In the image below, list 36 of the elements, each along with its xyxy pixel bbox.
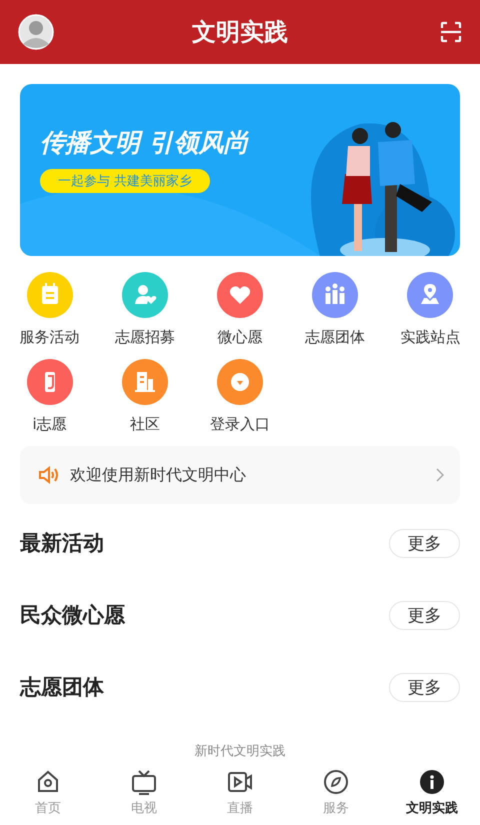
info-icon xyxy=(419,769,445,795)
section-title: 最新活动 xyxy=(20,530,104,557)
page-title: 文明实践 xyxy=(191,17,289,48)
compass-icon xyxy=(323,769,349,795)
shortcut-label[interactable]: 社区 xyxy=(130,415,160,434)
tv-icon xyxy=(131,769,157,795)
chevron-icon[interactable] xyxy=(436,468,444,482)
section-title: 志愿团体 xyxy=(20,674,104,701)
shortcut-label[interactable]: 实践站点 xyxy=(400,328,460,347)
speaker-icon xyxy=(38,466,60,484)
shortcut-label[interactable]: i志愿 xyxy=(32,415,67,434)
shortcut-icon[interactable] xyxy=(312,272,358,318)
shortcut-icon[interactable] xyxy=(216,359,263,405)
scan-icon[interactable] xyxy=(440,21,462,43)
video-icon xyxy=(227,769,253,795)
shortcut-label[interactable]: 微心愿 xyxy=(217,328,262,347)
banner-headline: 传播文明 引领风尚 xyxy=(40,127,249,159)
footer-note: 新时代文明实践 xyxy=(194,744,286,759)
shortcut-icon[interactable] xyxy=(122,359,168,405)
shortcut-label[interactable]: 服务活动 xyxy=(20,328,80,347)
shortcut-icon[interactable] xyxy=(122,272,168,318)
shortcut-label[interactable]: 志愿团体 xyxy=(305,328,366,347)
section-title: 民众微心愿 xyxy=(20,602,125,629)
more-button[interactable]: 更多 xyxy=(389,600,460,630)
shortcut-icon[interactable] xyxy=(26,359,73,405)
shortcut-icon[interactable] xyxy=(26,272,73,318)
more-button[interactable]: 更多 xyxy=(389,672,460,702)
more-button[interactable]: 更多 xyxy=(389,528,460,558)
avatar-icon[interactable] xyxy=(18,14,54,50)
home-icon xyxy=(35,769,61,795)
shortcut-label[interactable]: 登录入口 xyxy=(210,415,270,434)
tab[interactable]: 文明实践 xyxy=(384,769,480,817)
banner-tagline: 一起参与 共建美丽家乡 xyxy=(40,169,210,193)
shortcut-icon[interactable] xyxy=(407,272,454,318)
shortcut-icon[interactable] xyxy=(216,272,263,318)
shortcut-label[interactable]: 志愿招募 xyxy=(114,328,175,347)
